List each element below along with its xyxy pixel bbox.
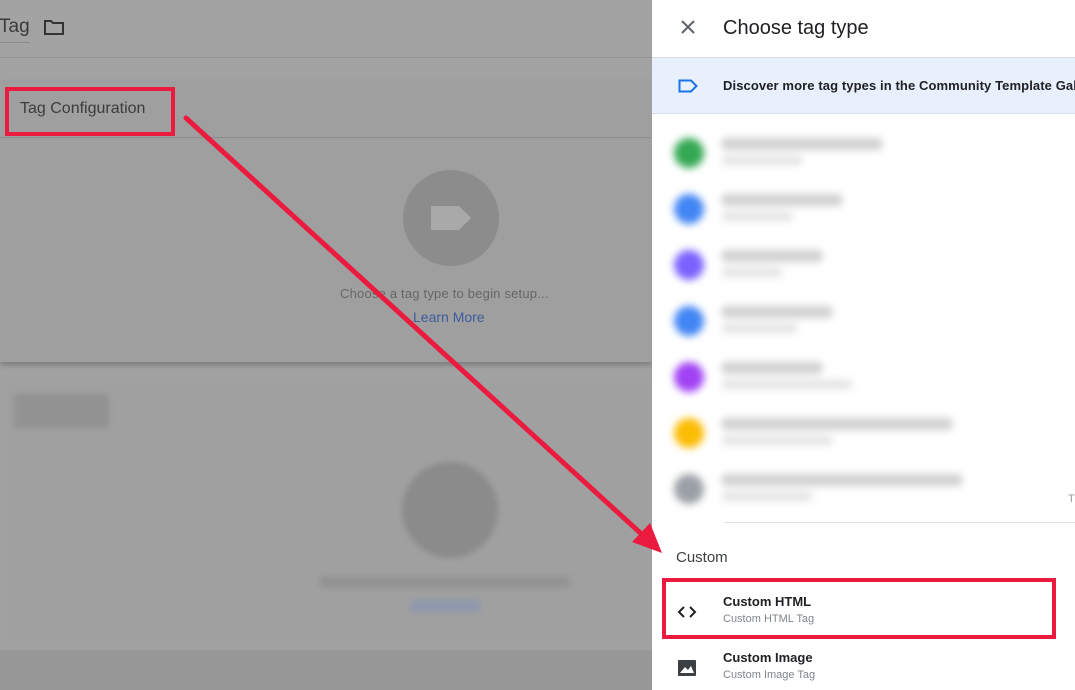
bottom-strip [0, 650, 652, 690]
choose-tag-type-button[interactable] [403, 170, 499, 266]
learn-more-link[interactable]: Learn More [413, 309, 485, 325]
blurred-tag-type-row [662, 292, 1075, 348]
blurred-tag-type-row [662, 460, 1075, 516]
blurred-tag-type-icon [674, 194, 704, 224]
blurred-tag-type-description [722, 212, 792, 221]
close-icon[interactable] [674, 16, 702, 40]
blurred-tag-type-icon [674, 306, 704, 336]
blurred-tag-type-name [722, 194, 842, 206]
tag-name-underline [0, 42, 30, 43]
trigger-hint-blurred [320, 576, 570, 588]
community-gallery-text: Discover more tag types in the Community… [723, 78, 1075, 93]
custom-image-description: Custom Image Tag [723, 669, 816, 681]
highlight-box-tag-configuration [5, 87, 175, 136]
blurred-tag-type-description [722, 156, 802, 165]
blurred-tag-type-description [722, 380, 852, 389]
blurred-tag-type-description [722, 324, 797, 333]
section-divider [724, 522, 1075, 523]
folder-icon[interactable] [43, 18, 65, 36]
triggering-title-blurred [14, 394, 109, 428]
custom-section-title: Custom [676, 549, 728, 566]
custom-image-name: Custom Image [723, 650, 813, 665]
blurred-tag-type-icon [674, 250, 704, 280]
trigger-link-blurred [410, 600, 480, 612]
blurred-tag-type-row [662, 404, 1075, 460]
blurred-tag-type-icon [674, 362, 704, 392]
label-outline-icon [678, 79, 698, 98]
blurred-tag-type-icon [674, 474, 704, 504]
card-divider [0, 137, 652, 138]
highlight-box-custom-html [662, 578, 1056, 639]
drawer-title: Choose tag type [723, 17, 869, 39]
blurred-tag-type-row [662, 180, 1075, 236]
blurred-tag-type-description [722, 436, 832, 445]
choose-tag-hint: Choose a tag type to begin setup... [340, 286, 549, 301]
blurred-tag-type-name [722, 474, 962, 486]
blurred-fragment: T [1068, 493, 1075, 505]
tag-editor-header: Tag [0, 0, 652, 58]
community-gallery-banner[interactable]: Discover more tag types in the Community… [652, 57, 1075, 114]
blurred-tag-type-list [662, 124, 1075, 514]
custom-image-item[interactable]: Custom Image Custom Image Tag [652, 640, 1075, 690]
tag-name[interactable]: Tag [0, 16, 30, 38]
blurred-tag-type-icon [674, 418, 704, 448]
blurred-tag-type-icon [674, 138, 704, 168]
blurred-tag-type-name [722, 138, 882, 150]
image-icon [676, 658, 698, 678]
tag-icon [431, 206, 471, 230]
blurred-tag-type-name [722, 418, 952, 430]
blurred-tag-type-row [662, 124, 1075, 180]
blurred-tag-type-description [722, 492, 812, 501]
choose-trigger-button-blurred [402, 462, 498, 558]
blurred-tag-type-name [722, 250, 822, 262]
blurred-tag-type-name [722, 362, 822, 374]
drawer-header: Choose tag type [652, 0, 1075, 58]
triggering-card [0, 378, 652, 650]
blurred-tag-type-row [662, 236, 1075, 292]
blurred-tag-type-name [722, 306, 832, 318]
blurred-tag-type-row [662, 348, 1075, 404]
blurred-tag-type-description [722, 268, 782, 277]
